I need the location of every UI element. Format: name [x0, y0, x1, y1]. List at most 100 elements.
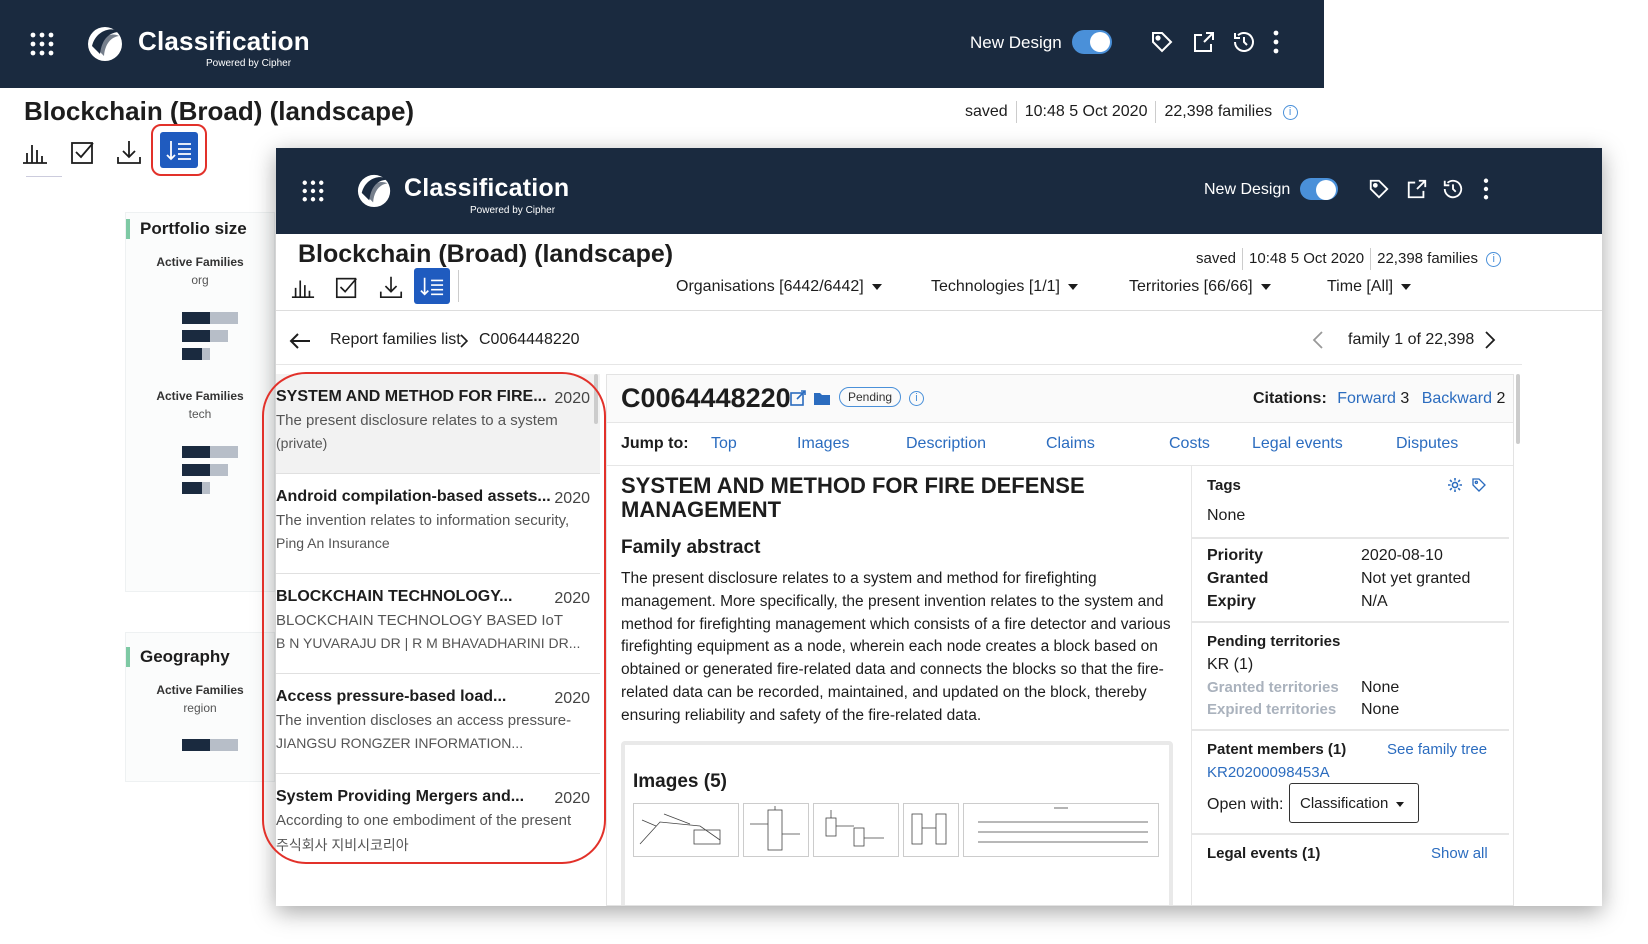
organisations-filter[interactable]: Organisations [6442/6442] — [676, 278, 882, 296]
region-label: region — [183, 701, 217, 715]
pending-territories-value: KR (1) — [1207, 656, 1254, 673]
technologies-filter[interactable]: Technologies [1/1] — [931, 278, 1078, 296]
image-thumbnail[interactable] — [743, 803, 809, 857]
jump-link-disputes[interactable]: Disputes — [1396, 435, 1458, 453]
time-filter[interactable]: Time [All] — [1327, 278, 1412, 296]
history-icon[interactable] — [1232, 30, 1256, 54]
back-arrow-icon[interactable] — [288, 332, 312, 350]
divider — [1191, 621, 1509, 623]
divider — [276, 364, 1522, 365]
citations-label: Citations: — [1253, 390, 1327, 407]
image-thumbnail[interactable] — [813, 803, 899, 857]
abstract-heading: Family abstract — [621, 537, 761, 558]
family-tree-link[interactable]: See family tree — [1387, 741, 1487, 758]
jump-link-costs[interactable]: Costs — [1169, 435, 1210, 453]
app-header: Classification Powered by Cipher New Des… — [276, 148, 1602, 234]
priority-value: 2020-08-10 — [1361, 547, 1443, 564]
org-label: org — [191, 273, 209, 287]
backward-citations-link[interactable]: Backward — [1422, 390, 1492, 407]
expiry-label: Expiry — [1207, 593, 1256, 610]
tech-label: tech — [188, 407, 212, 421]
citations: Citations: Forward 3 Backward 2 — [1253, 390, 1505, 408]
sort-list-icon[interactable] — [414, 268, 450, 304]
app-subtitle: Powered by Cipher — [470, 205, 556, 216]
grid-icon[interactable] — [30, 32, 54, 56]
status-badge: Pending — [839, 387, 902, 407]
jump-link-legal-events[interactable]: Legal events — [1252, 435, 1343, 453]
granted-label: Granted — [1207, 570, 1269, 587]
edit-icon[interactable] — [789, 389, 807, 407]
forward-citations-link[interactable]: Forward — [1337, 390, 1396, 407]
tag-icon[interactable] — [1471, 477, 1487, 493]
families-count: 22,398 families — [1164, 103, 1273, 121]
jump-to-label: Jump to: — [621, 435, 689, 452]
tag-icon[interactable] — [1150, 30, 1174, 54]
breadcrumb-list-link[interactable]: Report families list — [330, 331, 461, 349]
jump-link-description[interactable]: Description — [906, 435, 986, 453]
backward-count: 2 — [1496, 390, 1506, 407]
info-icon[interactable]: i — [1282, 104, 1298, 120]
forward-count: 3 — [1400, 390, 1410, 407]
expiry-value: N/A — [1361, 593, 1388, 610]
family-sidebar: Tags None Priority 2020-08-10 Granted No… — [1191, 465, 1509, 905]
image-thumbnails — [633, 803, 1173, 863]
page-title: Blockchain (Broad) (landscape) — [24, 96, 415, 126]
geography-panel: Geography Active Families region — [125, 632, 275, 782]
abstract-text: The present disclosure relates to a syst… — [621, 570, 1171, 724]
mini-bar-chart-org — [126, 287, 274, 377]
member-link[interactable]: KR20200098453A — [1207, 764, 1330, 781]
report-meta: saved 10:48 5 Oct 2020 22,398 families i — [965, 101, 1298, 123]
jump-link-top[interactable]: Top — [711, 435, 737, 453]
grid-icon[interactable] — [302, 180, 324, 202]
info-icon[interactable]: i — [909, 391, 924, 406]
active-families-label: Active Families — [156, 255, 244, 269]
open-with-select[interactable]: Classification — [1289, 783, 1419, 823]
portfolio-panel: Portfolio size Active Families org Activ… — [125, 212, 275, 592]
jump-link-claims[interactable]: Claims — [1046, 435, 1095, 453]
folder-icon[interactable] — [813, 390, 831, 406]
image-thumbnail[interactable] — [903, 803, 959, 857]
jump-link-images[interactable]: Images — [797, 435, 849, 453]
download-icon[interactable] — [112, 135, 146, 169]
export-icon[interactable] — [1192, 30, 1216, 54]
gear-icon[interactable] — [1447, 477, 1463, 493]
families-count: 22,398 families — [1377, 249, 1479, 267]
app-header: Classification Powered by Cipher New Des… — [0, 0, 1324, 88]
new-design-toggle[interactable] — [1300, 178, 1338, 200]
divider — [1191, 729, 1509, 731]
download-icon[interactable] — [374, 270, 408, 304]
export-icon[interactable] — [1406, 178, 1428, 200]
show-all-link[interactable]: Show all — [1431, 845, 1488, 862]
new-design-label: New Design — [970, 33, 1062, 52]
chevron-left-icon[interactable] — [1312, 330, 1324, 350]
tab-underline — [26, 176, 62, 177]
saved-timestamp: 10:48 5 Oct 2020 — [1024, 103, 1148, 121]
image-thumbnail[interactable] — [633, 803, 739, 857]
new-design-toggle[interactable] — [1072, 30, 1112, 54]
tag-icon[interactable] — [1368, 178, 1390, 200]
chart-icon[interactable] — [18, 135, 52, 169]
detail-scrollbar[interactable] — [1516, 374, 1520, 444]
more-icon[interactable] — [1272, 30, 1280, 54]
divider — [1191, 537, 1509, 539]
page-title: Blockchain (Broad) (landscape) — [298, 240, 674, 268]
chart-icon[interactable] — [286, 270, 320, 304]
mini-bar-chart-region — [126, 715, 274, 755]
saved-status: saved — [965, 103, 1008, 121]
open-with-label: Open with: — [1207, 796, 1284, 813]
app-subtitle: Powered by Cipher — [206, 58, 292, 69]
territories-filter[interactable]: Territories [66/66] — [1129, 278, 1271, 296]
checkbox-icon[interactable] — [66, 135, 100, 169]
image-thumbnail[interactable] — [963, 803, 1159, 857]
new-design-label: New Design — [1204, 181, 1291, 198]
priority-label: Priority — [1207, 547, 1264, 564]
divider — [276, 310, 1602, 311]
info-icon[interactable]: i — [1486, 251, 1502, 267]
active-families-label: Active Families — [156, 389, 244, 403]
more-icon[interactable] — [1482, 178, 1490, 200]
checkbox-icon[interactable] — [330, 270, 364, 304]
chevron-right-icon[interactable] — [1484, 330, 1496, 350]
pager-label: family 1 of 22,398 — [1348, 331, 1475, 348]
history-icon[interactable] — [1442, 178, 1464, 200]
expired-territories-value: None — [1361, 701, 1400, 718]
